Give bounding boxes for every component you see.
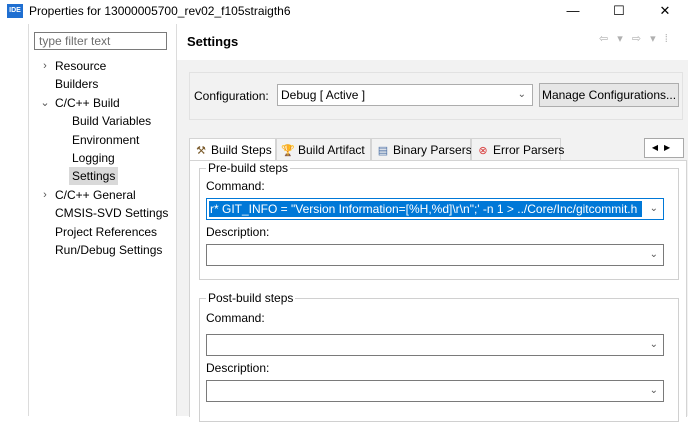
configuration-label: Configuration: (194, 89, 269, 103)
tree-item-c-c-general[interactable]: › C/C++ General (29, 186, 171, 204)
title-bar: IDE Properties for 13000005700_rev02_f10… (0, 0, 688, 22)
pre-build-group: Pre-build steps Command: r* GIT_INFO = "… (199, 161, 679, 280)
configuration-bar: Configuration: Debug [ Active ] ⌄ Manage… (189, 72, 683, 120)
chevron-down-icon[interactable]: ⌄ (650, 385, 658, 396)
tree-item-builders[interactable]: Builders (29, 75, 171, 93)
tree-item-label: C/C++ General (55, 187, 136, 202)
window-title: Properties for 13000005700_rev02_f105str… (29, 4, 291, 18)
pre-build-command-value: r* GIT_INFO = "Version Information=[%H,%… (209, 201, 642, 217)
filter-input[interactable]: type filter text (34, 32, 167, 50)
post-build-group: Post-build steps Command: ⌄ Description:… (199, 291, 679, 422)
chevron-down-icon[interactable]: ⌄ (650, 339, 658, 350)
trophy-icon: 🏆 (281, 145, 295, 157)
tree-item-settings[interactable]: Settings (29, 167, 171, 186)
chevron-down-icon[interactable]: ⌄ (650, 249, 658, 260)
tab-label: Build Artifact (298, 143, 365, 157)
tab-label: Build Steps (211, 143, 272, 157)
build-steps-content: Pre-build steps Command: r* GIT_INFO = "… (189, 160, 687, 422)
history-nav-icons[interactable]: ⇦ ▾ ⇨ ▾ ⁞ (599, 32, 671, 45)
post-build-command-label: Command: (206, 311, 265, 325)
tree-item-c-c-build[interactable]: ⌄ C/C++ Build (29, 94, 171, 112)
tree-item-label: Logging (72, 150, 115, 165)
configuration-select[interactable]: Debug [ Active ] ⌄ (277, 84, 533, 106)
tab-error-parsers[interactable]: ⊗ Error Parsers (471, 138, 565, 160)
post-build-command-input[interactable]: ⌄ (206, 334, 664, 356)
tree-item-label: Run/Debug Settings (55, 242, 163, 257)
scroll-right-icon[interactable]: ▶ (664, 143, 676, 152)
tree-item-environment[interactable]: Environment (29, 131, 171, 149)
tree-item-label: C/C++ Build (55, 95, 120, 110)
manage-configurations-button[interactable]: Manage Configurations... (539, 83, 679, 107)
tab-label: Binary Parsers (393, 143, 472, 157)
tree-item-label: Settings (69, 167, 119, 186)
configuration-value: Debug [ Active ] (281, 88, 366, 102)
pre-build-command-label: Command: (206, 179, 265, 193)
tree-item-label: Build Variables (72, 114, 152, 129)
tab-binary-parsers[interactable]: ▤ Binary Parsers (371, 138, 472, 160)
expand-down-icon[interactable]: ⌄ (40, 94, 50, 112)
expand-right-icon[interactable]: › (40, 57, 50, 75)
post-build-legend: Post-build steps (206, 291, 296, 305)
tree-item-label: CMSIS-SVD Settings (55, 206, 169, 221)
chevron-down-icon[interactable]: ⌄ (650, 203, 658, 214)
page-title: Settings (187, 34, 239, 49)
tree-item-cmsis-svd-settings[interactable]: CMSIS-SVD Settings (29, 204, 171, 222)
close-button[interactable]: ✕ (642, 0, 688, 22)
maximize-button[interactable]: ☐ (596, 0, 642, 22)
tree-item-resource[interactable]: › Resource (29, 57, 171, 75)
post-build-description-input[interactable]: ⌄ (206, 380, 664, 402)
binary-icon: ▤ (377, 145, 389, 157)
pre-build-description-label: Description: (206, 225, 270, 239)
tab-build-steps[interactable]: ⚒ Build Steps (189, 138, 276, 161)
tree-item-build-variables[interactable]: Build Variables (29, 112, 171, 130)
tab-label: Error Parsers (493, 143, 565, 157)
minimize-button[interactable]: — (550, 0, 596, 22)
tree-item-label: Project References (55, 224, 158, 239)
error-icon: ⊗ (478, 145, 488, 157)
tree-item-label: Environment (72, 132, 140, 147)
chevron-down-icon: ⌄ (517, 89, 526, 100)
tree-item-logging[interactable]: Logging (29, 149, 171, 167)
tree-item-run-debug-settings[interactable]: Run/Debug Settings (29, 241, 171, 259)
pre-build-legend: Pre-build steps (206, 161, 291, 175)
scroll-left-icon[interactable]: ◀ (652, 143, 664, 152)
properties-nav-panel: type filter text › Resource Builders ⌄ C/C++… (28, 24, 171, 416)
tree-item-project-references[interactable]: Project References (29, 223, 171, 241)
tab-scroll-control[interactable]: ◀▶ (644, 138, 684, 158)
pre-build-description-input[interactable]: ⌄ (206, 244, 664, 266)
settings-tabs: ⚒ Build Steps 🏆 Build Artifact ▤ Binary Par… (189, 138, 685, 161)
post-build-description-label: Description: (206, 361, 270, 375)
expand-right-icon[interactable]: › (40, 186, 50, 204)
settings-header: Settings ⇦ ▾ ⇨ ▾ ⁞ (177, 24, 688, 60)
pre-build-command-input[interactable]: r* GIT_INFO = "Version Information=[%H,%… (206, 198, 664, 220)
properties-tree: › Resource Builders ⌄ C/C++ Build Build Varia… (29, 57, 171, 259)
tree-item-label: Builders (55, 77, 99, 92)
tree-item-label: Resource (55, 59, 107, 73)
settings-panel: Settings ⇦ ▾ ⇨ ▾ ⁞ Configuration: Debug … (176, 24, 688, 422)
tab-build-artifact[interactable]: 🏆 Build Artifact (276, 138, 371, 160)
ide-app-icon: IDE (7, 4, 23, 18)
build-steps-icon: ⚒ (196, 145, 206, 157)
